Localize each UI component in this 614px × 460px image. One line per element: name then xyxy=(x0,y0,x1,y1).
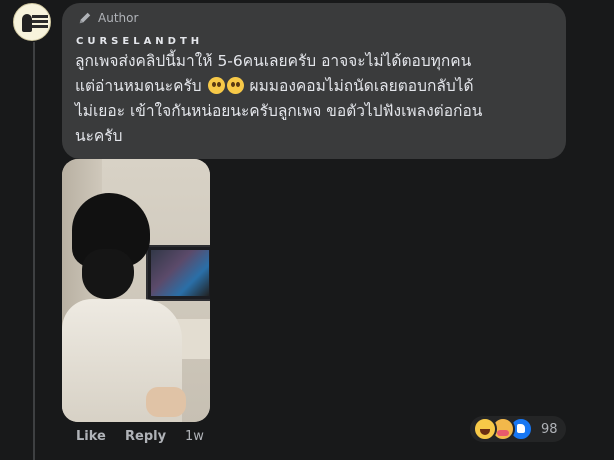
pleading-face-icon xyxy=(226,77,244,94)
comment-text: ลูกเพจส่งคลิปนี้มาให้ 5-6คนเลยครับ อาจจะ… xyxy=(75,49,561,149)
pleading-face-icon xyxy=(207,77,225,94)
avatar-figure-icon xyxy=(22,14,32,32)
comment-timestamp[interactable]: 1w xyxy=(185,429,204,444)
photo-monitor xyxy=(146,245,210,301)
comment-author-name[interactable]: CURSELANDTH xyxy=(76,36,203,47)
reply-button[interactable]: Reply xyxy=(125,429,166,444)
photo-face-mask xyxy=(82,249,134,299)
comment-line: นะครับ xyxy=(75,127,123,145)
comment-line: ผมมองคอมไม่ถนัดเลยตอบกลับได้ xyxy=(249,77,474,95)
monitor-screen xyxy=(151,250,209,296)
comment-line: ลูกเพจส่งคลิปนี้มาให้ 5-6คนเลยครับ อาจจะ… xyxy=(75,52,472,70)
thread-line xyxy=(33,42,35,460)
comment-bubble: Author CURSELANDTH ลูกเพจส่งคลิปนี้มาให้… xyxy=(62,3,566,159)
author-avatar[interactable] xyxy=(13,3,51,41)
reaction-count: 98 xyxy=(541,421,558,437)
comment-photo[interactable] xyxy=(62,159,210,422)
author-badge: Author xyxy=(78,9,138,27)
avatar-logo-text xyxy=(32,15,48,18)
author-badge-label: Author xyxy=(98,11,139,25)
reaction-summary[interactable]: 98 xyxy=(470,416,566,442)
photo-hand xyxy=(146,387,186,417)
comment-line-with-emoji: แต่อ่านหมดนะครับ ผมมองคอมไม่ถนัดเลยตอบกล… xyxy=(75,74,561,99)
like-button[interactable]: Like xyxy=(76,429,106,444)
haha-reaction-icon xyxy=(473,417,497,441)
comment-line: ไม่เยอะ เข้าใจกันหน่อยนะครับลูกเพจ ขอตัว… xyxy=(75,102,483,120)
pencil-icon xyxy=(79,12,91,24)
comment-line: แต่อ่านหมดนะครับ xyxy=(75,77,202,95)
